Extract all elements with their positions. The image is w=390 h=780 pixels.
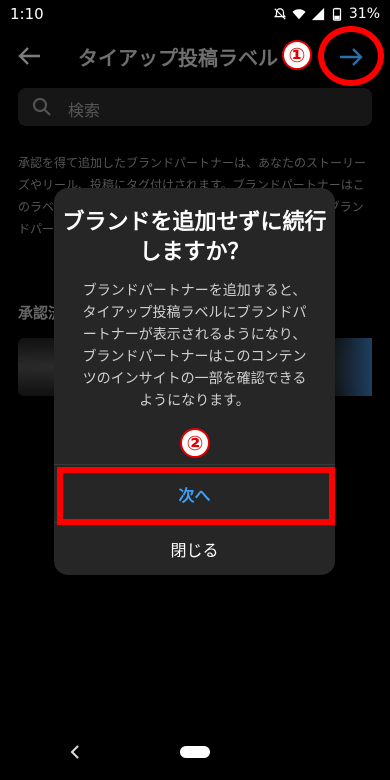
status-icons: 31% (273, 6, 380, 22)
dialog-body: ブランドパートナーを追加すると、タイアップ投稿ラベルにブランドパートナーが表示さ… (82, 283, 307, 409)
wifi-icon (292, 9, 306, 20)
divider (54, 464, 335, 465)
status-time: 1:10 (10, 5, 44, 23)
highlight-circle (318, 26, 384, 86)
dialog-title: ブランドを追加せずに続行しますか？ (62, 210, 327, 265)
highlight-box (57, 467, 335, 525)
battery-percent: 31% (348, 6, 380, 22)
battery-icon (332, 7, 341, 21)
status-bar: 1:10 31% (0, 0, 390, 28)
screen: 1:10 31% タイアップ投稿ラベル 検索 承認を得て追加したブランドパートナ… (0, 0, 390, 780)
step-number-2: ② (180, 428, 210, 458)
signal-icon (311, 7, 324, 21)
search-icon (33, 98, 51, 116)
search-input[interactable]: 検索 (18, 88, 372, 126)
blurred-card-accent (330, 338, 372, 396)
close-button[interactable]: 閉じる (54, 524, 335, 574)
nav-home-button[interactable] (180, 746, 210, 758)
page-title: タイアップ投稿ラベル (78, 46, 278, 70)
step-number-1: ① (282, 40, 312, 70)
search-placeholder: 検索 (68, 101, 101, 120)
mute-icon (273, 8, 286, 20)
arrow-left-icon[interactable] (16, 42, 44, 70)
nav-back-icon[interactable] (66, 742, 84, 762)
